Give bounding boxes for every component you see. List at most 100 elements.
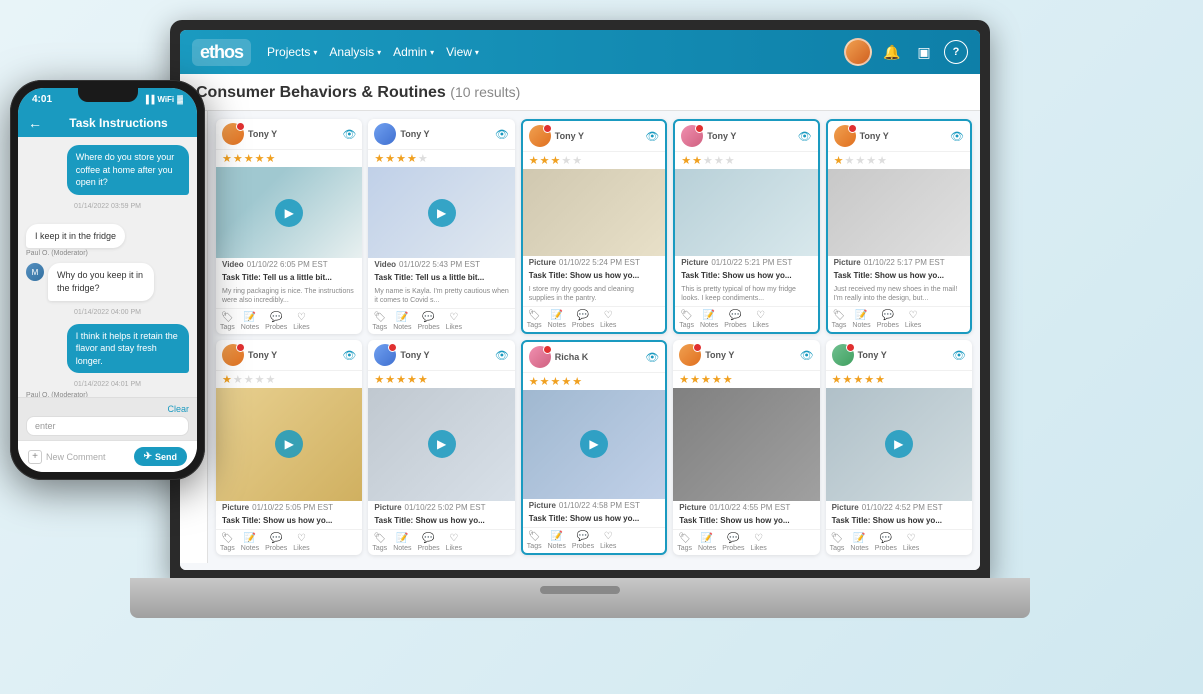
probes-button[interactable]: 💬Probes — [875, 533, 897, 552]
play-button[interactable]: ▶ — [885, 430, 913, 458]
probes-button[interactable]: 💬Probes — [417, 312, 439, 331]
eye-icon[interactable]: 👁 — [798, 130, 812, 143]
tags-button[interactable]: 🏷Tags — [220, 533, 235, 552]
tags-button[interactable]: 🏷Tags — [372, 533, 387, 552]
notes-button[interactable]: 📝Notes — [241, 312, 259, 331]
card-header: Richa K 👁 — [523, 342, 665, 373]
phone-notch — [78, 88, 138, 102]
play-button[interactable]: ▶ — [580, 430, 608, 458]
tags-button[interactable]: 🏷Tags — [220, 312, 235, 331]
send-button[interactable]: ✈ Send — [134, 447, 187, 466]
tags-button[interactable]: 🏷Tags — [372, 312, 387, 331]
clear-button[interactable]: Clear — [26, 402, 189, 416]
likes-button[interactable]: ♡Likes — [752, 310, 768, 329]
card-user-name: Richa K — [555, 352, 641, 362]
eye-icon[interactable]: 👁 — [495, 349, 509, 362]
card-task-title: Task Title: Show us how yo... — [523, 269, 665, 284]
likes-button[interactable]: ♡Likes — [293, 533, 309, 552]
likes-button[interactable]: ♡Likes — [446, 312, 462, 331]
card-meta: Video 01/10/22 6:05 PM EST — [216, 258, 362, 271]
card-description: I store my dry goods and cleaning suppli… — [523, 285, 665, 306]
card-header: Tony Y 👁 — [368, 119, 514, 150]
help-icon[interactable]: ? — [944, 40, 968, 64]
notes-button[interactable]: 📝Notes — [548, 310, 566, 329]
play-button[interactable]: ▶ — [428, 199, 456, 227]
notes-button[interactable]: 📝Notes — [393, 312, 411, 331]
likes-button[interactable]: ♡Likes — [446, 533, 462, 552]
probes-button[interactable]: 💬Probes — [265, 533, 287, 552]
eye-icon[interactable]: 👁 — [645, 130, 659, 143]
results-count: (10 results) — [450, 84, 520, 100]
card-header: Tony Y 👁 — [216, 340, 362, 371]
avatar — [374, 123, 396, 145]
tags-button[interactable]: 🏷Tags — [527, 310, 542, 329]
card-date: 01/10/22 5:24 PM EST — [559, 258, 640, 267]
notes-button[interactable]: 📝Notes — [241, 533, 259, 552]
comment-input[interactable]: + New Comment — [28, 450, 128, 464]
star-rating: ★★★★★ — [368, 150, 514, 167]
nav-analysis[interactable]: Analysis ▾ — [329, 45, 381, 59]
wifi-icon: WiFi — [157, 95, 174, 104]
tags-button[interactable]: 🏷Tags — [679, 310, 694, 329]
eye-icon[interactable]: 👁 — [800, 349, 814, 362]
card-6: Tony Y 👁 ★★★★★ ▶ Picture 01/1 — [216, 340, 362, 555]
star-rating: ★★★★★ — [216, 150, 362, 167]
tags-button[interactable]: 🏷Tags — [832, 310, 847, 329]
probes-button[interactable]: 💬Probes — [265, 312, 287, 331]
tags-button[interactable]: 🏷Tags — [527, 531, 542, 550]
probes-button[interactable]: 💬Probes — [417, 533, 439, 552]
notes-button[interactable]: 📝Notes — [548, 531, 566, 550]
eye-icon[interactable]: 👁 — [950, 130, 964, 143]
probes-button[interactable]: 💬Probes — [722, 533, 744, 552]
nav-projects[interactable]: Projects ▾ — [267, 45, 317, 59]
card-4: Tony Y 👁 ★★★★★ Picture 01/10/22 5:21 PM … — [673, 119, 819, 334]
nav-view[interactable]: View ▾ — [446, 45, 479, 59]
probes-button[interactable]: 💬Probes — [572, 531, 594, 550]
probes-button[interactable]: 💬Probes — [877, 310, 899, 329]
card-actions: 🏷Tags 📝Notes 💬Probes ♡Likes — [523, 527, 665, 553]
card-image: ▶ — [368, 167, 514, 258]
notes-button[interactable]: 📝Notes — [700, 310, 718, 329]
eye-icon[interactable]: 👁 — [645, 351, 659, 364]
likes-button[interactable]: ♡Likes — [905, 310, 921, 329]
chevron-down-icon: ▾ — [430, 48, 434, 57]
notes-button[interactable]: 📝Notes — [698, 533, 716, 552]
moderator-avatar: M — [26, 263, 44, 281]
likes-button[interactable]: ♡Likes — [750, 533, 766, 552]
probes-button[interactable]: 💬Probes — [572, 310, 594, 329]
likes-button[interactable]: ♡Likes — [600, 310, 616, 329]
add-comment-icon[interactable]: + — [28, 450, 42, 464]
eye-icon[interactable]: 👁 — [342, 349, 356, 362]
card-meta: Picture 01/10/22 5:17 PM EST — [828, 256, 970, 269]
probes-button[interactable]: 💬Probes — [724, 310, 746, 329]
likes-button[interactable]: ♡Likes — [903, 533, 919, 552]
eye-icon[interactable]: 👁 — [952, 349, 966, 362]
notes-button[interactable]: 📝Notes — [850, 533, 868, 552]
main-layout: ▲ ▼ ▼ ▼ ▼ Tony Y 👁 — [180, 111, 980, 563]
nav-admin[interactable]: Admin ▾ — [393, 45, 434, 59]
card-task-title: Task Title: Show us how yo... — [675, 269, 817, 284]
avatar — [529, 125, 551, 147]
tags-button[interactable]: 🏷Tags — [677, 533, 692, 552]
monitor-icon[interactable]: ▣ — [912, 40, 936, 64]
notes-button[interactable]: 📝Notes — [852, 310, 870, 329]
eye-icon[interactable]: 👁 — [342, 128, 356, 141]
tags-button[interactable]: 🏷Tags — [830, 533, 845, 552]
play-button[interactable]: ▶ — [275, 430, 303, 458]
probe-input[interactable]: enter — [26, 416, 189, 436]
card-date: 01/10/22 5:21 PM EST — [711, 258, 792, 267]
card-task-title: Task Title: Show us how yo... — [826, 514, 972, 529]
bell-icon[interactable]: 🔔 — [880, 40, 904, 64]
notes-button[interactable]: 📝Notes — [393, 533, 411, 552]
back-button[interactable]: ← — [28, 115, 42, 131]
eye-icon[interactable]: 👁 — [495, 128, 509, 141]
star-rating: ★★★★★ — [826, 371, 972, 388]
media-type: Video — [374, 260, 396, 269]
card-actions: 🏷Tags 📝Notes 💬Probes ♡Likes — [828, 306, 970, 332]
card-date: 01/10/22 5:17 PM EST — [864, 258, 945, 267]
play-button[interactable]: ▶ — [428, 430, 456, 458]
play-button[interactable]: ▶ — [275, 199, 303, 227]
likes-button[interactable]: ♡Likes — [293, 312, 309, 331]
likes-button[interactable]: ♡Likes — [600, 531, 616, 550]
card-description: This is pretty typical of how my fridge … — [675, 285, 817, 306]
